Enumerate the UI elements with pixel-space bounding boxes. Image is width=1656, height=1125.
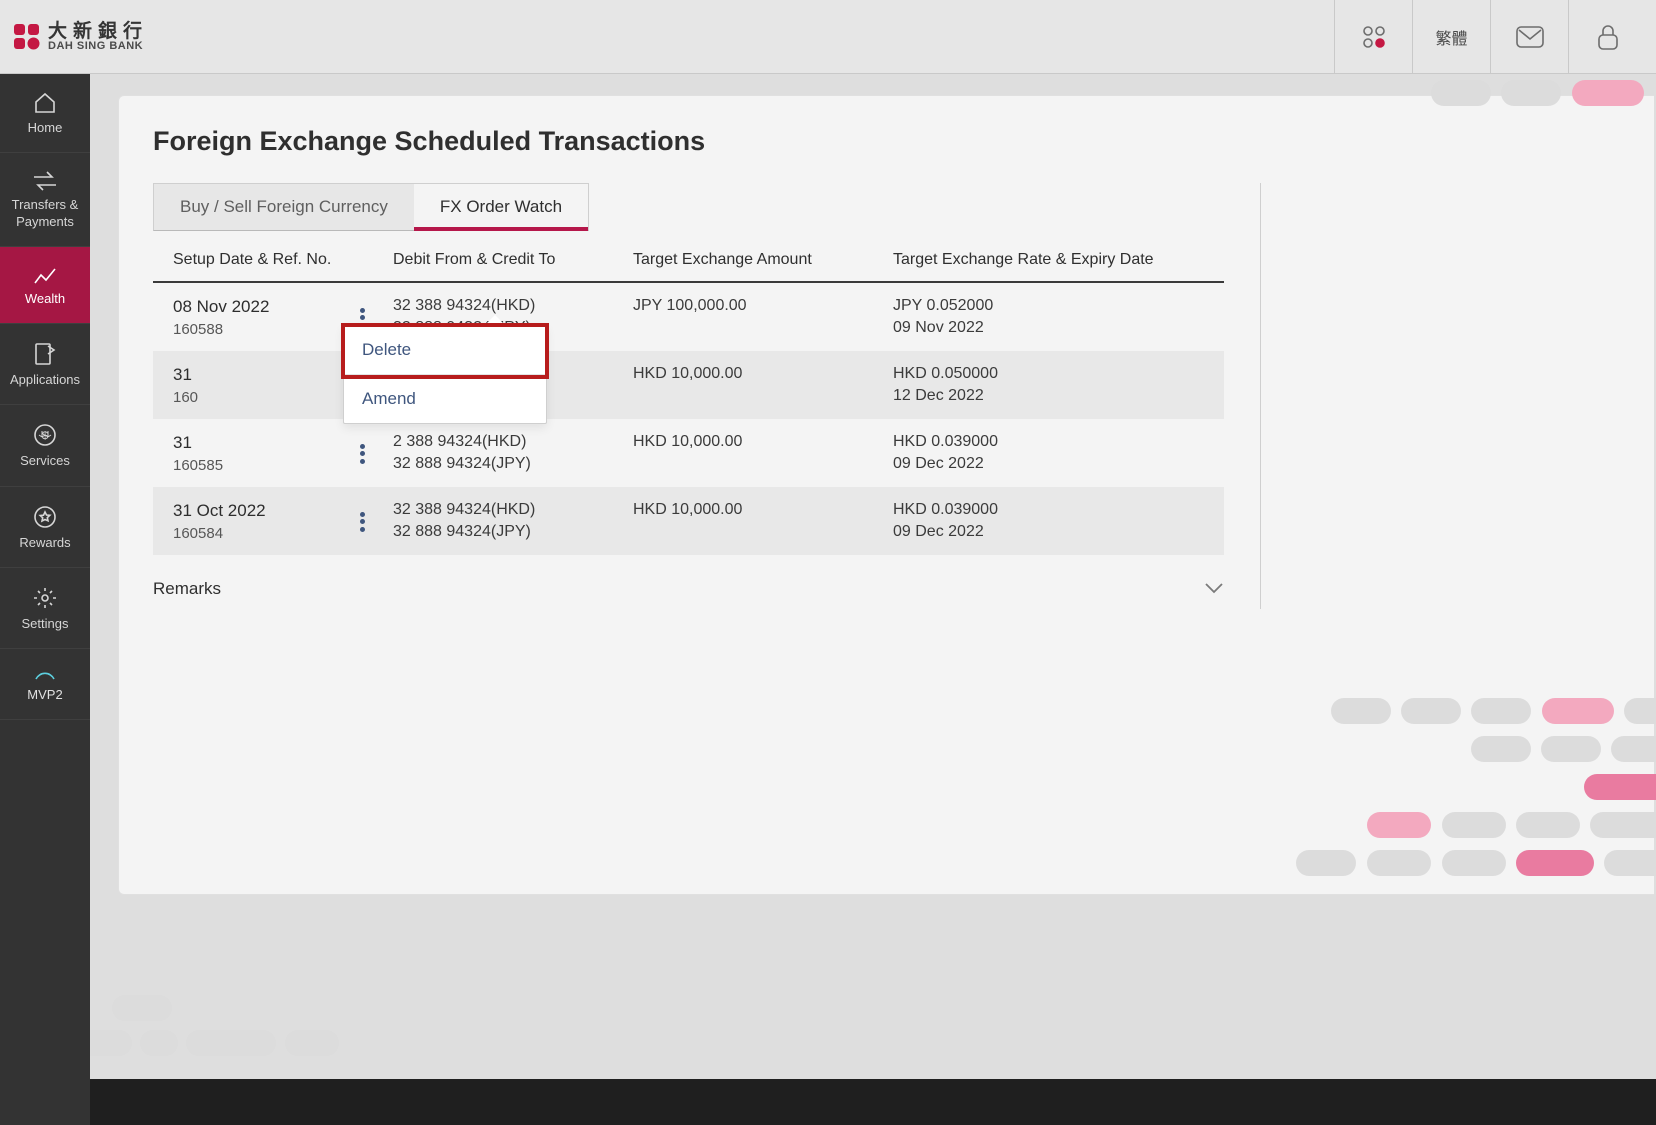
decor-pill [140, 1030, 178, 1056]
lock-icon[interactable] [1568, 0, 1646, 73]
footer-bar [90, 1079, 1656, 1125]
decor-pill [1572, 80, 1644, 106]
sidebar-item-settings[interactable]: Settings [0, 568, 90, 649]
dropdown-delete[interactable]: Delete [344, 326, 546, 375]
cell-target-rate: HKD 0.050000 [893, 365, 1224, 383]
sidebar-item-rewards[interactable]: Rewards [0, 487, 90, 568]
decor-pill [1367, 812, 1431, 838]
decor-pill [1401, 698, 1461, 724]
sidebar-item-label: Home [28, 120, 63, 136]
main-panel: Foreign Exchange Scheduled Transactions … [118, 95, 1654, 895]
table-row: 31 Oct 2022 160584 32 388 94324(HKD) 32 … [153, 487, 1224, 555]
cell-target-amount: HKD 10,000.00 [633, 501, 893, 542]
decor-pill [285, 1030, 339, 1056]
dropdown-amend[interactable]: Amend [344, 375, 546, 423]
sidebar-item-home[interactable]: Home [0, 74, 90, 153]
decor-pill [1604, 850, 1656, 876]
sidebar-item-transfers[interactable]: Transfers & Payments [0, 153, 90, 247]
cell-target-amount: HKD 10,000.00 [633, 365, 893, 406]
decor-pill [1624, 698, 1656, 724]
svg-text:$: $ [42, 430, 48, 442]
decor-pill [112, 995, 172, 1021]
cell-target-amount: HKD 10,000.00 [633, 433, 893, 474]
sidebar-item-label: Applications [10, 372, 80, 388]
decor-pill [1471, 736, 1531, 762]
col-target-amount: Target Exchange Amount [633, 251, 893, 269]
col-target-rate: Target Exchange Rate & Expiry Date [893, 251, 1224, 269]
sidebar-item-mvp2[interactable]: MVP2 [0, 649, 90, 720]
row-action-dropdown: Delete Amend [343, 325, 547, 424]
row-menu-button[interactable] [353, 441, 371, 467]
decor-pill [1331, 698, 1391, 724]
cell-target-rate: HKD 0.039000 [893, 501, 1224, 519]
chevron-down-icon [1204, 579, 1224, 599]
sidebar-item-label: MVP2 [27, 687, 62, 703]
sidebar-item-wealth[interactable]: Wealth [0, 247, 90, 324]
cell-target-rate: JPY 0.052000 [893, 297, 1224, 315]
tab-fx-order-watch[interactable]: FX Order Watch [414, 184, 588, 230]
sidebar-item-services[interactable]: $ Services [0, 405, 90, 486]
apps-icon[interactable] [1334, 0, 1412, 73]
cell-expiry-date: 09 Dec 2022 [893, 455, 1224, 473]
mail-icon[interactable] [1490, 0, 1568, 73]
decor-pill [1542, 698, 1614, 724]
row-menu-button[interactable] [353, 509, 371, 535]
brand-name-cn: 大新銀行 [48, 22, 148, 41]
col-debit-credit: Debit From & Credit To [393, 251, 633, 269]
tab-buy-sell[interactable]: Buy / Sell Foreign Currency [154, 184, 414, 230]
sidebar-item-label: Rewards [19, 535, 70, 551]
table-row: 08 Nov 2022 160588 32 388 94324(HKD) 32 … [153, 283, 1224, 351]
cell-expiry-date: 09 Dec 2022 [893, 523, 1224, 541]
brand-mark-icon [14, 24, 40, 50]
sidebar-item-label: Settings [22, 616, 69, 632]
cell-debit-from: 32 388 94324(HKD) [393, 501, 633, 519]
cell-credit-to: 32 888 94324(JPY) [393, 523, 633, 541]
topbar: 大新銀行 DAH SING BANK 繁體 [0, 0, 1656, 74]
cell-expiry-date: 09 Nov 2022 [893, 319, 1224, 337]
decor-pill [1367, 850, 1431, 876]
sidebar-item-applications[interactable]: Applications [0, 324, 90, 405]
cell-debit-from: 32 388 94324(HKD) [393, 297, 633, 315]
decor-pill [1471, 698, 1531, 724]
tabs: Buy / Sell Foreign Currency FX Order Wat… [153, 183, 589, 231]
cell-expiry-date: 12 Dec 2022 [893, 387, 1224, 405]
cell-credit-to: 32 888 94324(JPY) [393, 455, 633, 473]
brand-logo: 大新銀行 DAH SING BANK [14, 22, 148, 52]
decor-pill [90, 1030, 132, 1056]
decor-pill [186, 1030, 276, 1056]
decor-pill [1431, 80, 1491, 106]
decor-pill [1501, 80, 1561, 106]
sidebar-item-label: Wealth [25, 291, 65, 307]
cell-debit-from: 2 388 94324(HKD) [393, 433, 633, 451]
col-setup-date: Setup Date & Ref. No. [153, 251, 393, 269]
decor-pill [1516, 850, 1594, 876]
decor-pill [1442, 812, 1506, 838]
decor-pill [1611, 736, 1656, 762]
page-title: Foreign Exchange Scheduled Transactions [153, 126, 1614, 157]
decor-pill [1516, 812, 1580, 838]
sidebar: Home Transfers & Payments Wealth Applica… [0, 74, 90, 1125]
table-row: 31 160 2 388 94324(HKD) 2 888 94324(JPY)… [153, 351, 1224, 419]
decor-pill [1590, 812, 1656, 838]
table-header-row: Setup Date & Ref. No. Debit From & Credi… [153, 237, 1224, 283]
decor-pill [1296, 850, 1356, 876]
decor-pill [1442, 850, 1506, 876]
lang-switch-button[interactable]: 繁體 [1412, 0, 1490, 73]
sidebar-item-label: Transfers & Payments [12, 197, 79, 230]
brand-name-en: DAH SING BANK [48, 41, 148, 52]
decor-pill [1541, 736, 1601, 762]
cell-target-rate: HKD 0.039000 [893, 433, 1224, 451]
decor-pill [1584, 774, 1656, 800]
sidebar-item-label: Services [20, 453, 70, 469]
transactions-table: Setup Date & Ref. No. Debit From & Credi… [153, 237, 1224, 555]
table-row: 31 160585 2 388 94324(HKD) 32 888 94324(… [153, 419, 1224, 487]
cell-target-amount: JPY 100,000.00 [633, 297, 893, 338]
remarks-label: Remarks [153, 579, 221, 599]
remarks-toggle[interactable]: Remarks [153, 569, 1224, 609]
